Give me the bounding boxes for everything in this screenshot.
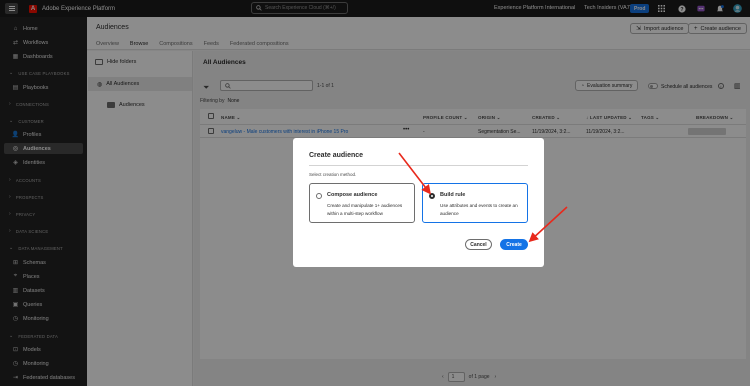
- annotation-arrow-create: [528, 206, 568, 243]
- annotation-arrows: [398, 152, 568, 243]
- annotation-arrow-build-rule: [398, 152, 431, 195]
